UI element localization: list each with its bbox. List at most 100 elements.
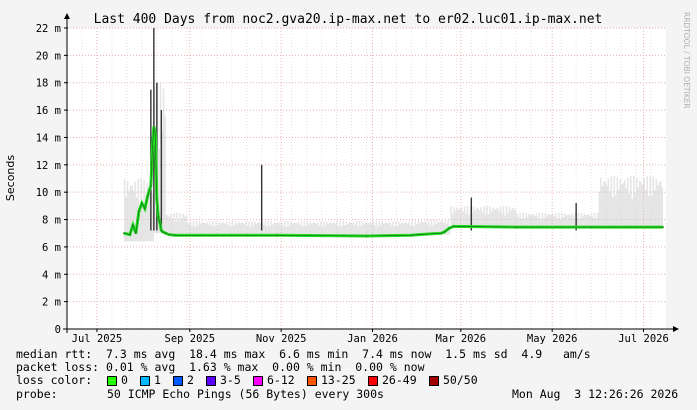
x-tick-label: Mar 2026 — [436, 333, 487, 345]
smoke-segment — [571, 213, 574, 228]
smoke-segment — [610, 176, 613, 228]
smoke-segment — [510, 210, 512, 228]
smoke-segment — [604, 181, 607, 228]
smoke-segment — [402, 223, 404, 235]
smoke-segment — [477, 208, 479, 228]
smoke-segment — [278, 222, 280, 235]
smoke-segment — [621, 184, 623, 228]
smoke-segment — [194, 226, 196, 235]
smoke-segment — [299, 224, 301, 235]
smoke-segment — [417, 220, 419, 235]
smoke-segment — [192, 220, 195, 235]
smoke-segment — [657, 185, 659, 228]
smoke-segment — [499, 206, 502, 228]
smoke-segment — [660, 180, 662, 228]
smoke-segment — [453, 206, 455, 228]
smoke-segment — [269, 226, 271, 235]
median-point — [137, 210, 140, 213]
median-point — [161, 230, 164, 233]
smoke-segment — [414, 219, 416, 235]
x-tick-label: Jan 2026 — [347, 333, 398, 345]
rrdtool-watermark: RRDTOOL / TOBI OETIKER — [682, 12, 691, 109]
smoke-segment — [222, 222, 225, 235]
loss-swatch — [206, 376, 216, 386]
loss-legend-label: 50/50 — [443, 373, 478, 387]
smoke-segment — [221, 222, 223, 235]
smoke-segment — [408, 221, 410, 235]
smoke-segment — [320, 220, 322, 235]
smoke-segment — [498, 211, 500, 228]
smoke-segment — [376, 226, 379, 235]
y-tick-label: 16 m — [36, 105, 61, 117]
smoke-segment — [645, 190, 647, 228]
median-point — [158, 221, 161, 224]
smoke-segment — [390, 224, 392, 235]
smoke-segment — [496, 207, 499, 228]
loss-swatch — [368, 376, 378, 386]
smoke-segment — [326, 221, 328, 235]
median-point — [134, 232, 137, 235]
smoke-segment — [237, 221, 240, 235]
smoke-segment — [230, 226, 232, 235]
smoke-segment — [186, 222, 189, 235]
loss-legend-label: 2 — [187, 373, 194, 387]
smoke-segment — [336, 221, 339, 235]
smoke-segment — [296, 223, 298, 235]
smoke-segment — [294, 222, 297, 235]
smoke-segment — [396, 226, 398, 235]
y-tick-label: 10 m — [36, 187, 61, 199]
smoke-segment — [427, 219, 430, 235]
y-tick-label: 22 m — [36, 23, 61, 35]
smoke-segment — [348, 222, 351, 235]
smoke-segment — [203, 222, 205, 235]
smoke-segment — [388, 221, 391, 235]
smoke-segment — [450, 205, 452, 228]
smoke-segment — [607, 178, 610, 228]
smoke-segment — [598, 191, 601, 228]
rtt-chart: Last 400 Days from noc2.gva20.ip-max.net… — [4, 12, 691, 345]
smoke-segment — [397, 221, 400, 235]
smoke-segment — [342, 221, 345, 235]
smoke-segment — [478, 210, 481, 228]
smoke-segment — [420, 220, 422, 235]
smoke-segment — [224, 223, 226, 235]
loss-swatch — [107, 376, 117, 386]
smoke-segment — [285, 226, 288, 235]
smoke-segment — [359, 220, 361, 235]
smoke-segment — [249, 226, 252, 235]
loss-swatch — [307, 376, 317, 386]
smoke-segment — [652, 176, 655, 228]
smoke-segment — [535, 213, 538, 228]
smoke-segment — [282, 225, 285, 235]
smoke-segment — [242, 221, 244, 235]
median-point — [167, 233, 170, 236]
smoke-segment — [640, 182, 643, 228]
smoke-segment — [555, 212, 557, 228]
smoke-segment — [324, 225, 327, 235]
median-point — [173, 234, 176, 237]
y-tick-labels: 0 2 m 4 m 6 m 8 m 10 m 12 m 14 m 16 m 18 m 20 m 22 … — [36, 23, 61, 336]
smoke-segment — [279, 224, 282, 235]
smoke-segment — [525, 212, 527, 228]
smoke-segment — [456, 207, 458, 228]
smoke-segment — [544, 213, 547, 228]
smoke-segment — [201, 222, 204, 235]
smoke-segment — [514, 209, 517, 228]
smoke-segment — [639, 180, 641, 228]
smoke-segment — [197, 225, 199, 235]
smoke-segment — [378, 221, 380, 235]
x-tick-label: May 2026 — [527, 333, 578, 345]
smoke-segment — [305, 226, 307, 235]
smoke-segment — [463, 206, 466, 228]
smoke-segment — [411, 219, 413, 235]
smoke-segment — [219, 223, 222, 235]
smoke-segment — [424, 220, 427, 235]
smoke-segment — [591, 213, 593, 228]
median-point — [146, 194, 149, 196]
smoke-segment — [362, 221, 364, 235]
smoke-segment — [558, 212, 560, 228]
smoke-segment — [347, 223, 349, 235]
smoke-segment — [180, 218, 183, 235]
smoke-segment — [330, 222, 333, 235]
smoke-segment — [293, 222, 295, 235]
